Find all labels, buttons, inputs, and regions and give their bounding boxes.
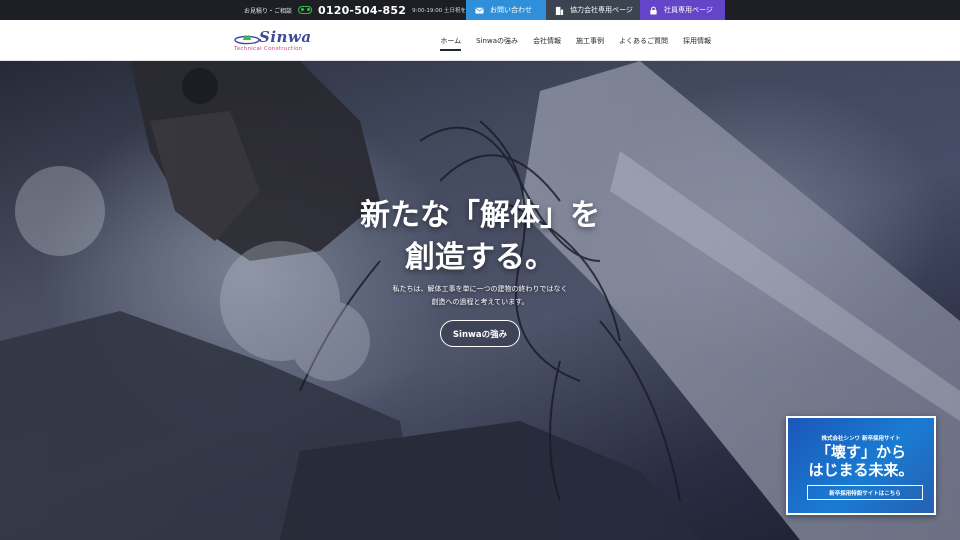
recruit-banner-headline2: はじまる未来。: [808, 461, 914, 479]
recruit-banner[interactable]: 株式会社シンワ 新卒採用サイト 「壊す」から はじまる未来。 新卒採用特設サイト…: [786, 416, 936, 515]
contact-info: お見積り・ご相談 0120-504-852 9:00-19:00 土日祝を除く: [244, 0, 477, 20]
partner-page-button-label: 協力会社専用ページ: [570, 6, 633, 14]
hero-title-line1: 新たな「解体」を: [360, 198, 600, 233]
staff-page-button-label: 社員専用ページ: [664, 6, 713, 14]
tel-label: お見積り・ご相談: [244, 7, 293, 15]
nav-faq[interactable]: よくあるご質問: [619, 32, 668, 50]
recruit-site-link[interactable]: 新卒採用特設サイトはこちら: [807, 485, 923, 500]
hero-subtitle-line2: 創造への過程と考えています。: [431, 298, 529, 306]
logo-subtitle: Technical Construction: [234, 46, 303, 52]
nav-recruit[interactable]: 採用情報: [683, 32, 711, 50]
mail-icon: [475, 7, 484, 14]
main-nav: ホーム Sinwaの強み 会社情報 施工事例 よくあるご質問 採用情報: [440, 20, 711, 61]
building-icon: [555, 6, 564, 15]
site-header: Sinwa Technical Construction ホーム Sinwaの強…: [0, 20, 960, 61]
hero-title-line2: 創造する。: [405, 240, 555, 275]
nav-strengths[interactable]: Sinwaの強み: [476, 32, 518, 50]
partner-page-button[interactable]: 協力会社専用ページ: [546, 0, 640, 20]
contact-button[interactable]: お問い合わせ: [466, 0, 546, 20]
lock-icon: [650, 6, 657, 15]
logo-word: Sinwa: [259, 28, 312, 46]
nav-works[interactable]: 施工事例: [576, 32, 604, 50]
recruit-banner-caption: 株式会社シンワ 新卒採用サイト: [821, 436, 901, 442]
tel-number[interactable]: 0120-504-852: [318, 4, 406, 17]
free-dial-icon: [298, 6, 313, 14]
logo-mark-icon: [234, 35, 260, 45]
staff-page-button[interactable]: 社員専用ページ: [640, 0, 725, 20]
nav-home[interactable]: ホーム: [440, 32, 461, 51]
hero-title: 新たな「解体」を 創造する。: [0, 195, 960, 279]
top-bar: お見積り・ご相談 0120-504-852 9:00-19:00 土日祝を除く …: [0, 0, 960, 20]
nav-company[interactable]: 会社情報: [533, 32, 561, 50]
contact-button-label: お問い合わせ: [490, 6, 532, 14]
recruit-banner-headline1: 「壊す」から: [815, 443, 906, 461]
hero-subtitle: 私たちは、解体工事を単に一つの建物の終わりではなく 創造への過程と考えています。: [0, 283, 960, 309]
hero-subtitle-line1: 私たちは、解体工事を単に一つの建物の終わりではなく: [392, 285, 568, 293]
site-logo[interactable]: Sinwa Technical Construction: [234, 28, 316, 54]
strengths-button[interactable]: Sinwaの強み: [440, 320, 520, 347]
